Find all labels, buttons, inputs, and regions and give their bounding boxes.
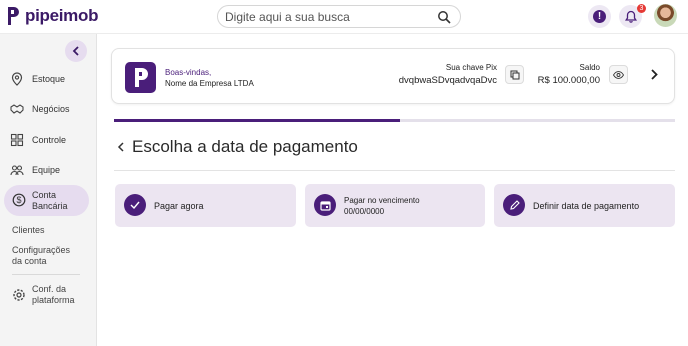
back-icon[interactable] [115,140,127,154]
brand-logo[interactable]: pipeimob [6,6,98,26]
sidebar-item-label: Estoque [32,74,66,84]
copy-icon [510,70,519,79]
sidebar-item-label: Equipe [32,165,61,175]
sidebar-item-configuracoes-conta[interactable]: Configurações da conta [12,245,70,267]
title-divider [114,170,675,171]
pay-on-due-date-option[interactable]: Pagar no vencimento 00/00/0000 [305,184,485,227]
top-bar: pipeimob Digite aqui a sua busca ! 3 [0,0,688,34]
chevron-left-icon [72,46,79,56]
sidebar-divider [12,274,80,275]
sidebar-item-clientes[interactable]: Clientes [12,225,45,236]
calendar-icon [314,194,336,216]
eye-icon [613,70,624,79]
search-placeholder[interactable]: Digite aqui a sua busca [225,10,350,24]
balance-value: R$ 100.000,00 [537,75,600,86]
sidebar-item-estoque[interactable]: Estoque [10,72,65,86]
company-name: Nome da Empresa LTDA [165,79,254,88]
gear-icon [13,289,25,301]
people-icon [10,165,24,176]
sidebar-item-conf-plataforma[interactable]: Conf. da plataforma [32,284,75,306]
sidebar-item-negocios[interactable]: Negócios [10,102,70,116]
pix-key-value: dvqbwaSDvqadvqaDvc [398,75,497,86]
alert-icon: ! [593,10,606,23]
svg-text:$: $ [16,195,21,205]
toggle-balance-button[interactable] [609,65,628,84]
sidebar-item-label: Conta Bancária [32,190,68,211]
option-label: Pagar no vencimento [344,196,420,205]
pencil-icon [503,194,525,216]
grid-icon [10,133,24,147]
company-logo [125,62,156,93]
pay-now-option[interactable]: Pagar agora [115,184,296,227]
account-summary-card: Boas-vindas, Nome da Empresa LTDA Sua ch… [111,48,675,104]
sidebar: Estoque Negócios Controle Equipe $ Conta… [0,34,97,346]
sidebar-item-equipe[interactable]: Equipe [10,163,60,177]
brand-name: pipeimob [25,6,99,25]
step-progress-bar [114,119,675,122]
details-button[interactable] [647,66,661,82]
map-pin-icon [11,72,23,86]
p-logo-icon [135,68,148,87]
due-date-value: 00/00/0000 [344,207,385,216]
user-avatar[interactable] [654,4,677,27]
sidebar-item-label: Controle [32,135,67,145]
set-payment-date-option[interactable]: Definir data de pagamento [494,184,675,227]
pix-key-label: Sua chave Pix [445,63,497,72]
search-bar[interactable]: Digite aqui a sua busca [217,5,461,28]
sidebar-item-label: Negócios [32,104,70,114]
greeting-text: Boas-vindas, [165,68,212,77]
bell-icon [624,10,637,23]
collapse-sidebar-button[interactable] [65,40,87,62]
notification-badge: 3 [637,4,646,13]
alert-button[interactable]: ! [588,5,611,28]
option-label: Pagar agora [154,201,204,211]
dollar-icon: $ [12,193,26,207]
chevron-right-icon [651,68,658,80]
handshake-icon [10,104,24,114]
step-progress-fill [114,119,401,122]
option-label: Definir data de pagamento [533,201,640,211]
search-icon[interactable] [437,10,451,24]
pipeimob-logo-icon [8,7,19,25]
sidebar-item-controle[interactable]: Controle [10,133,66,147]
page-title: Escolha a data de pagamento [132,137,358,156]
check-icon [124,194,146,216]
balance-label: Saldo [579,63,600,72]
copy-pix-button[interactable] [505,65,524,84]
